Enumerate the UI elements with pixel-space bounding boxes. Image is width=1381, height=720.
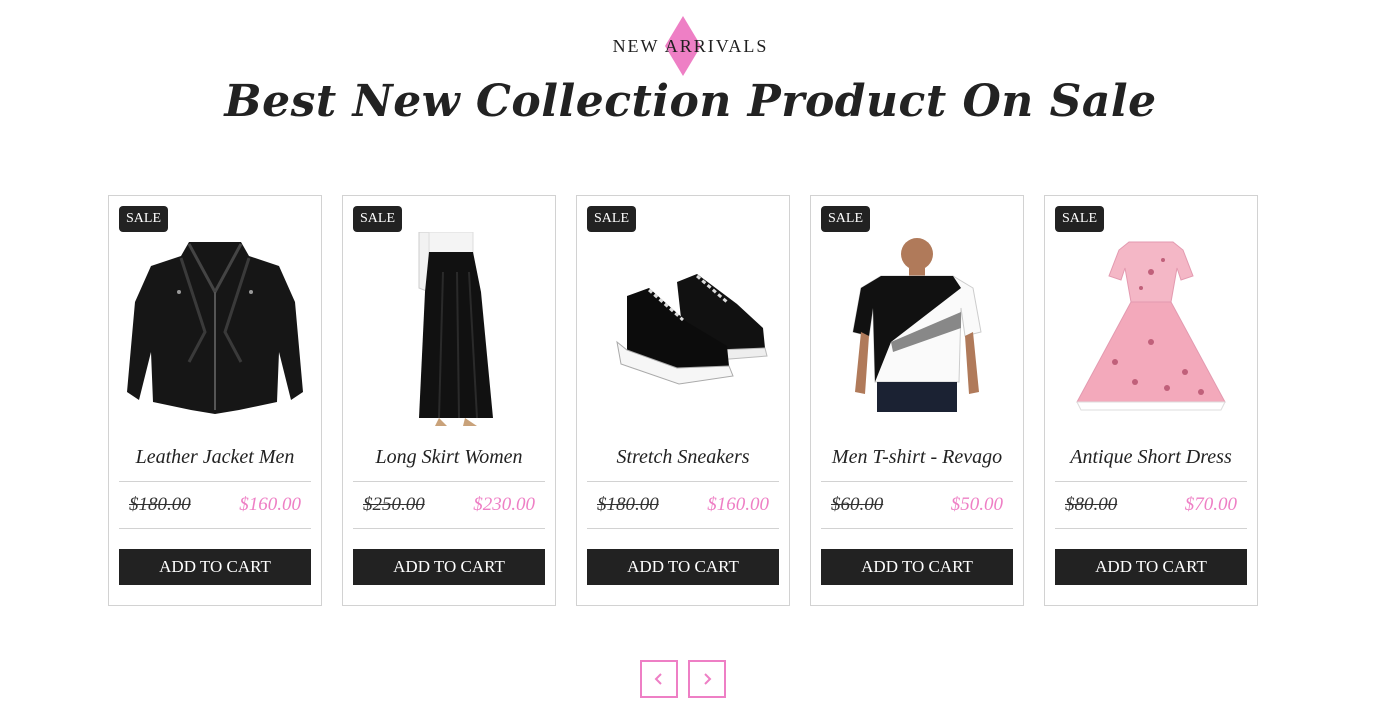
product-name[interactable]: Long Skirt Women (353, 446, 545, 469)
add-to-cart-button[interactable]: ADD TO CART (353, 549, 545, 585)
sale-badge: SALE (821, 206, 870, 232)
add-to-cart-button[interactable]: ADD TO CART (821, 549, 1013, 585)
sale-badge: SALE (1055, 206, 1104, 232)
original-price: $60.00 (831, 494, 884, 515)
eyebrow-text: NEW ARRIVALS (612, 36, 769, 56)
divider (119, 528, 311, 529)
divider (587, 481, 779, 482)
add-to-cart-button[interactable]: ADD TO CART (119, 549, 311, 585)
product-name[interactable]: Leather Jacket Men (119, 446, 311, 469)
sale-price: $160.00 (707, 494, 769, 515)
section-eyebrow: NEW ARRIVALS (0, 16, 1381, 76)
add-to-cart-button[interactable]: ADD TO CART (1055, 549, 1247, 585)
product-card[interactable]: SALE Long Skirt Women $250.00 $230.00 AD… (342, 195, 556, 606)
sale-price: $50.00 (950, 494, 1003, 515)
divider (119, 481, 311, 482)
product-name[interactable]: Stretch Sneakers (587, 446, 779, 469)
divider (1055, 481, 1247, 482)
section-headline: Best New Collection Product On Sale (224, 76, 1157, 127)
product-card[interactable]: SALE Men T-shirt - Revago $60.00 $50.00 … (810, 195, 1024, 606)
carousel-prev-button[interactable] (640, 660, 678, 698)
sale-price: $160.00 (239, 494, 301, 515)
long-skirt-image[interactable] (353, 232, 545, 428)
sneakers-image[interactable] (587, 232, 779, 428)
product-name[interactable]: Men T-shirt - Revago (821, 446, 1013, 469)
chevron-left-icon (654, 673, 662, 685)
original-price: $180.00 (597, 494, 659, 515)
chevron-right-icon (704, 673, 712, 685)
product-name[interactable]: Antique Short Dress (1055, 446, 1247, 469)
sale-price: $230.00 (473, 494, 535, 515)
carousel-next-button[interactable] (688, 660, 726, 698)
dress-image[interactable] (1055, 232, 1247, 428)
divider (821, 481, 1013, 482)
t-shirt-image[interactable] (821, 232, 1013, 428)
sale-badge: SALE (587, 206, 636, 232)
divider (1055, 528, 1247, 529)
divider (353, 481, 545, 482)
leather-jacket-image[interactable] (119, 232, 311, 428)
sale-price: $70.00 (1184, 494, 1237, 515)
original-price: $80.00 (1065, 494, 1118, 515)
sale-badge: SALE (353, 206, 402, 232)
divider (821, 528, 1013, 529)
product-card[interactable]: SALE Leather Jacket Men $180.00 $160.00 … (108, 195, 322, 606)
sale-badge: SALE (119, 206, 168, 232)
product-card[interactable]: SALE Antique Short Dress $80.00 $70.00 A… (1044, 195, 1258, 606)
add-to-cart-button[interactable]: ADD TO CART (587, 549, 779, 585)
original-price: $180.00 (129, 494, 191, 515)
divider (587, 528, 779, 529)
product-card[interactable]: SALE Stretch Sneakers $180.00 $160.00 AD… (576, 195, 790, 606)
original-price: $250.00 (363, 494, 425, 515)
divider (353, 528, 545, 529)
